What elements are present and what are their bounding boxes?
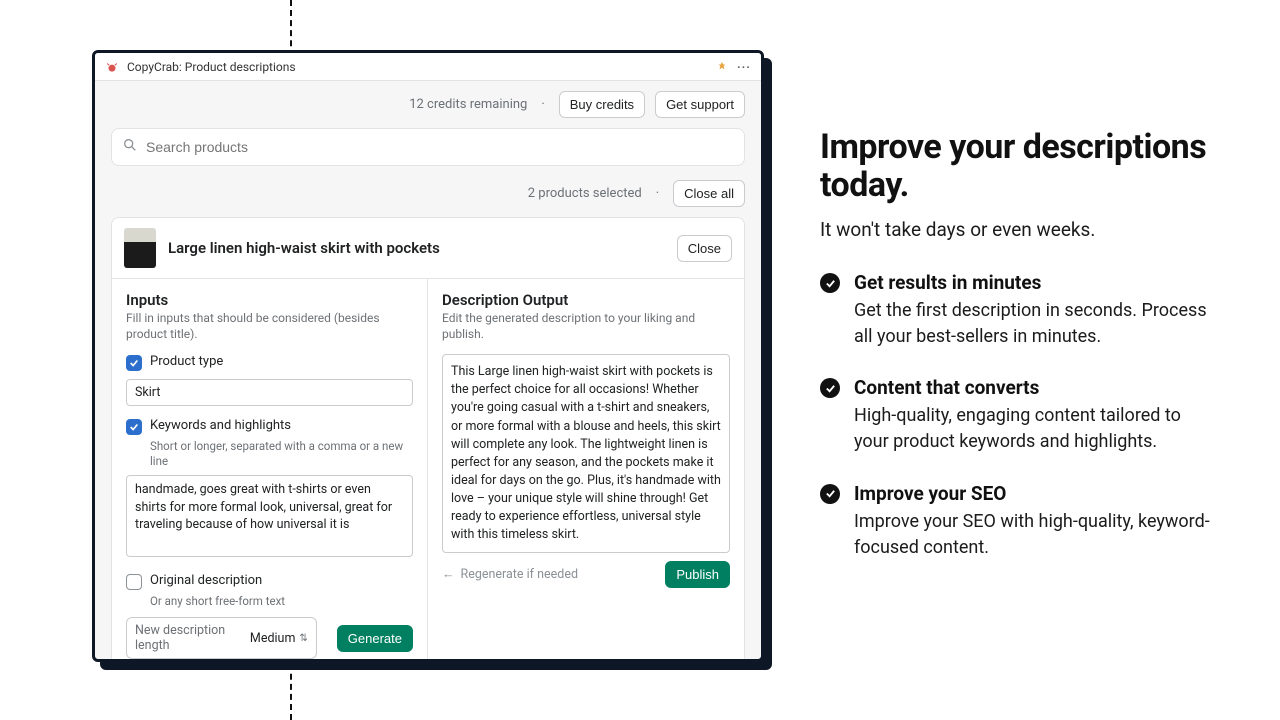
keywords-input[interactable] <box>126 475 413 557</box>
regenerate-link[interactable]: ← Regenerate if needed <box>442 567 578 582</box>
description-output[interactable]: This Large linen high-waist skirt with p… <box>442 354 730 553</box>
feature-desc: Improve your SEO with high-quality, keyw… <box>854 509 1220 561</box>
close-all-button[interactable]: Close all <box>673 180 745 207</box>
regenerate-label: Regenerate if needed <box>461 567 579 582</box>
separator-dot: · <box>656 186 659 201</box>
inputs-heading: Inputs <box>126 291 413 309</box>
keywords-hint: Short or longer, separated with a comma … <box>150 439 413 469</box>
description-length-select[interactable]: New description length Medium ⇅ <box>126 617 317 659</box>
product-title: Large linen high-waist skirt with pocket… <box>168 239 665 257</box>
feature-title: Improve your SEO <box>854 482 1220 505</box>
feature-bullet: Content that converts High-quality, enga… <box>820 376 1220 455</box>
generate-button[interactable]: Generate <box>337 625 413 652</box>
inputs-panel: Inputs Fill in inputs that should be con… <box>112 279 428 662</box>
marketing-copy: Improve your descriptions today. It won'… <box>820 128 1220 587</box>
publish-button[interactable]: Publish <box>665 561 730 588</box>
original-description-hint: Or any short free-form text <box>150 594 413 609</box>
original-description-checkbox[interactable] <box>126 574 142 590</box>
feature-desc: Get the first description in seconds. Pr… <box>854 298 1220 350</box>
feature-bullet: Improve your SEO Improve your SEO with h… <box>820 482 1220 561</box>
original-description-label: Original description <box>150 573 262 588</box>
checkmark-icon <box>820 378 840 398</box>
products-selected-text: 2 products selected <box>528 186 642 201</box>
product-thumbnail <box>124 228 156 268</box>
separator-dot: · <box>541 97 544 112</box>
search-bar[interactable] <box>111 128 745 166</box>
checkmark-icon <box>820 273 840 293</box>
keywords-checkbox[interactable] <box>126 419 142 435</box>
buy-credits-button[interactable]: Buy credits <box>559 91 645 118</box>
hero-headline: Improve your descriptions today. <box>820 128 1220 204</box>
app-window: CopyCrab: Product descriptions ··· 12 cr… <box>92 50 764 662</box>
credits-remaining: 12 credits remaining <box>409 97 527 112</box>
length-value: Medium <box>250 631 295 646</box>
window-titlebar: CopyCrab: Product descriptions ··· <box>95 53 761 81</box>
pin-icon[interactable] <box>715 60 729 74</box>
selection-bar: 2 products selected · Close all <box>111 180 745 207</box>
output-subtext: Edit the generated description to your l… <box>442 311 730 342</box>
product-card: Large linen high-waist skirt with pocket… <box>111 217 745 662</box>
close-button[interactable]: Close <box>677 235 732 262</box>
hero-subtext: It won't take days or even weeks. <box>820 218 1220 241</box>
keywords-label: Keywords and highlights <box>150 418 291 433</box>
app-icon <box>105 60 119 74</box>
output-heading: Description Output <box>442 291 730 309</box>
search-input[interactable] <box>146 139 734 155</box>
checkmark-icon <box>820 484 840 504</box>
header-bar: 12 credits remaining · Buy credits Get s… <box>111 91 745 118</box>
length-label: New description length <box>135 623 239 653</box>
feature-title: Get results in minutes <box>854 271 1220 294</box>
product-type-checkbox[interactable] <box>126 355 142 371</box>
feature-title: Content that converts <box>854 376 1220 399</box>
output-panel: Description Output Edit the generated de… <box>428 279 744 662</box>
inputs-subtext: Fill in inputs that should be considered… <box>126 311 413 342</box>
feature-desc: High-quality, engaging content tailored … <box>854 403 1220 455</box>
chevron-updown-icon: ⇅ <box>299 633 307 644</box>
product-type-input[interactable] <box>126 379 413 406</box>
arrow-left-icon: ← <box>442 567 455 582</box>
search-icon <box>122 137 138 157</box>
more-icon[interactable]: ··· <box>737 60 751 74</box>
window-title: CopyCrab: Product descriptions <box>127 60 296 74</box>
feature-bullet: Get results in minutes Get the first des… <box>820 271 1220 350</box>
product-type-label: Product type <box>150 354 223 369</box>
get-support-button[interactable]: Get support <box>655 91 745 118</box>
